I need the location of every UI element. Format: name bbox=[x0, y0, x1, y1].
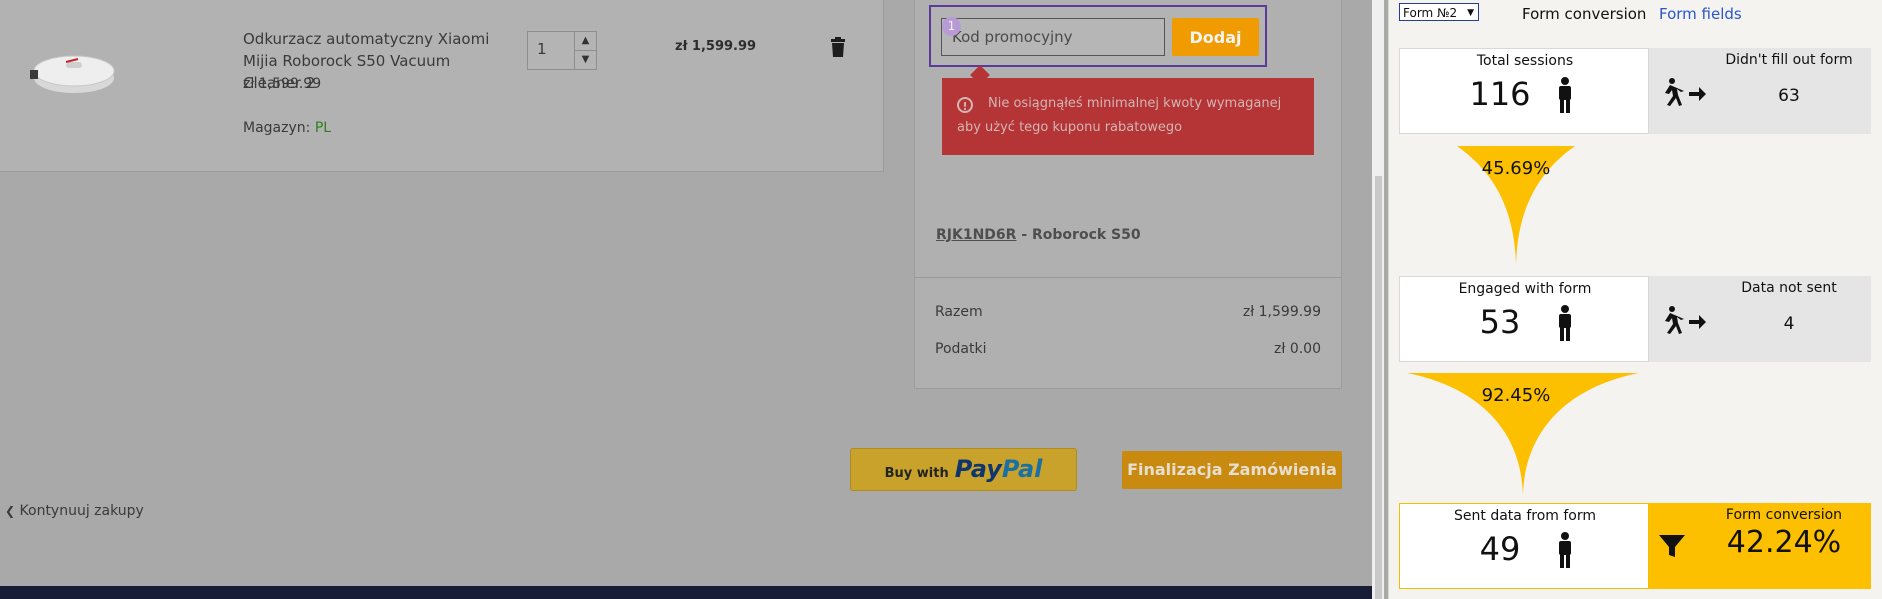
stage-exit: Didn't fill out form 63 bbox=[1649, 48, 1871, 134]
person-icon bbox=[1559, 77, 1571, 113]
exit-runner-icon bbox=[1665, 78, 1706, 106]
stage-engaged: Engaged with form 53 Data not sent 4 bbox=[1399, 276, 1871, 362]
row-total: zł 1,599.99 bbox=[675, 39, 757, 54]
form-selector-value: Form №2 bbox=[1403, 6, 1458, 20]
quantity-increase-icon[interactable]: ▲ bbox=[575, 32, 596, 50]
scrollbar-thumb[interactable] bbox=[1375, 176, 1382, 599]
shop-page: Odkurzacz automatyczny Xiaomi Mijia Robo… bbox=[0, 0, 1372, 599]
alert-icon: ! bbox=[957, 97, 973, 113]
stage-sent: Sent data from form 49 Form conversion 4… bbox=[1399, 503, 1871, 589]
applied-coupon: RJK1ND6R - Roborock S50 bbox=[936, 227, 1141, 243]
form-analytics-panel: Form №2 ▼ Form conversion Form fields To… bbox=[1388, 0, 1882, 599]
conversion-label: Form conversion bbox=[1725, 507, 1843, 523]
continue-shopping-link[interactable]: ❮ Kontynuuj zakupy bbox=[5, 503, 144, 519]
paypal-prefix: Buy with bbox=[884, 466, 949, 481]
form-selector[interactable]: Form №2 ▼ bbox=[1399, 3, 1479, 21]
funnel-rate-2: 92.45% bbox=[1481, 385, 1551, 406]
continue-shopping-label: Kontynuuj zakupy bbox=[19, 503, 144, 519]
summary-tax-value: zł 0.00 bbox=[1274, 341, 1321, 357]
person-icon bbox=[1559, 532, 1571, 568]
conversion-box: Form conversion 42.24% bbox=[1649, 503, 1871, 589]
warehouse-label: Magazyn: bbox=[243, 120, 311, 136]
cart-item-card: Odkurzacz automatyczny Xiaomi Mijia Robo… bbox=[0, 0, 884, 172]
product-unit-price: zł 1,599.99 bbox=[243, 76, 322, 92]
stage-value: 49 bbox=[1479, 530, 1521, 568]
finalize-order-button[interactable]: Finalizacja Zamówienia bbox=[1122, 451, 1342, 489]
paypal-logo-pay: Pay bbox=[954, 455, 1002, 483]
chevron-left-icon: ❮ bbox=[5, 504, 16, 518]
coupon-description: - Roborock S50 bbox=[1021, 227, 1141, 243]
quantity-buttons: ▲ ▼ bbox=[574, 32, 596, 69]
summary-total-row: Razem zł 1,599.99 bbox=[935, 304, 1321, 320]
stage-main: Total sessions 116 bbox=[1399, 48, 1649, 134]
paypal-button[interactable]: Buy with PayPal bbox=[850, 448, 1077, 491]
quantity-value[interactable]: 1 bbox=[537, 40, 547, 58]
summary-tax-label: Podatki bbox=[935, 341, 987, 357]
summary-tax-row: Podatki zł 0.00 bbox=[935, 341, 1321, 357]
stage-label: Total sessions bbox=[1476, 53, 1574, 69]
footer-bar bbox=[0, 586, 1372, 599]
exit-label: Didn't fill out form bbox=[1725, 52, 1853, 68]
tab-form-fields[interactable]: Form fields bbox=[1659, 5, 1742, 23]
paypal-logo-pal: Pal bbox=[1001, 455, 1043, 483]
exit-value: 63 bbox=[1778, 86, 1800, 106]
conversion-value: 42.24% bbox=[1726, 525, 1842, 560]
stage-value: 53 bbox=[1479, 303, 1521, 341]
quantity-decrease-icon[interactable]: ▼ bbox=[575, 50, 596, 69]
summary-total-label: Razem bbox=[935, 304, 983, 320]
funnel-rate-1: 45.69% bbox=[1481, 158, 1551, 179]
stage-exit: Data not sent 4 bbox=[1649, 276, 1871, 362]
exit-value: 4 bbox=[1783, 314, 1795, 334]
trash-icon[interactable] bbox=[830, 37, 846, 57]
coupon-code-link[interactable]: RJK1ND6R bbox=[936, 227, 1016, 243]
chevron-down-icon: ▼ bbox=[1467, 8, 1474, 18]
warehouse-value: PL bbox=[314, 120, 332, 136]
add-promo-button[interactable]: Dodaj bbox=[1172, 18, 1259, 56]
stage-value: 116 bbox=[1469, 75, 1531, 113]
product-image bbox=[30, 55, 115, 93]
stage-main: Engaged with form 53 bbox=[1399, 276, 1649, 362]
quantity-stepper[interactable]: 1 ▲ ▼ bbox=[527, 31, 597, 70]
error-text: Nie osiągnąłeś minimalnej kwoty wymagane… bbox=[957, 96, 1282, 135]
stage-label: Sent data from form bbox=[1454, 508, 1596, 524]
stage-label: Engaged with form bbox=[1458, 281, 1592, 297]
summary-divider bbox=[915, 277, 1341, 278]
step-number-badge: 1 bbox=[942, 17, 961, 36]
exit-label: Data not sent bbox=[1741, 280, 1837, 296]
promo-code-input[interactable] bbox=[941, 18, 1165, 56]
promo-code-box: 1 Dodaj bbox=[929, 5, 1267, 67]
stage-total-sessions: Total sessions 116 Didn't fill out form … bbox=[1399, 48, 1871, 134]
exit-runner-icon bbox=[1665, 306, 1706, 334]
filter-funnel-icon bbox=[1659, 535, 1685, 557]
person-icon bbox=[1559, 305, 1571, 341]
stage-main: Sent data from form 49 bbox=[1399, 503, 1649, 589]
summary-total-value: zł 1,599.99 bbox=[1242, 304, 1321, 320]
promo-error-message: ! Nie osiągnąłeś minimalnej kwoty wymagan… bbox=[942, 78, 1314, 155]
warehouse-info: Magazyn: PL bbox=[243, 120, 331, 136]
tab-form-conversion[interactable]: Form conversion bbox=[1522, 5, 1646, 23]
